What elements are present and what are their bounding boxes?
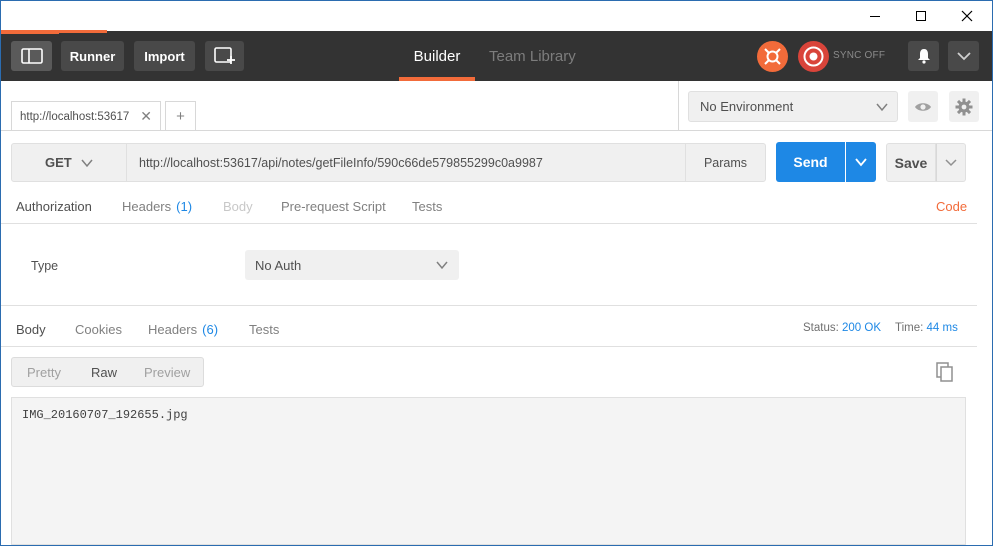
view-preview-button[interactable]: Preview xyxy=(144,358,190,386)
chevron-down-icon xyxy=(956,52,971,61)
request-tab-title: http://localhost:53617 xyxy=(20,110,130,123)
environment-select[interactable]: No Environment xyxy=(688,91,898,122)
chevron-down-icon xyxy=(876,103,888,112)
response-time: Time: 44 ms xyxy=(895,322,958,334)
auth-type-select[interactable]: No Auth xyxy=(245,250,459,280)
send-button[interactable]: Send xyxy=(776,142,845,182)
chevron-down-icon xyxy=(436,261,448,270)
copy-response-button[interactable] xyxy=(934,361,956,383)
sync-status: SYNC OFF xyxy=(833,50,886,61)
tab-team-library[interactable]: Team Library xyxy=(489,31,576,81)
notifications-button[interactable] xyxy=(908,41,939,71)
tab-headers[interactable]: Headers (1) xyxy=(122,190,192,223)
response-tab-headers[interactable]: Headers (6) xyxy=(148,312,218,346)
headers-count: (1) xyxy=(176,199,193,214)
request-tab[interactable]: http://localhost:53617 ✕ xyxy=(11,101,161,131)
sync-icon[interactable] xyxy=(798,41,829,72)
minimize-icon[interactable] xyxy=(852,1,898,31)
response-view-toggle: Pretty Raw Preview xyxy=(11,357,204,387)
tab-pre-request-script[interactable]: Pre-request Script xyxy=(281,190,386,223)
response-status: Status: 200 OK xyxy=(803,322,881,334)
runner-button[interactable]: Runner xyxy=(61,41,124,71)
send-options-button[interactable] xyxy=(846,142,876,182)
toggle-sidebar-button[interactable] xyxy=(11,41,52,71)
active-response-tab-indicator xyxy=(1,31,59,34)
params-button[interactable]: Params xyxy=(685,143,766,182)
response-body-text: IMG_20160707_192655.jpg xyxy=(22,408,188,422)
tab-body[interactable]: Body xyxy=(223,190,253,223)
time-label: Time: xyxy=(895,322,924,334)
tab-tests[interactable]: Tests xyxy=(412,190,442,223)
view-raw-button[interactable]: Raw xyxy=(91,358,117,386)
response-headers-count: (6) xyxy=(202,321,219,337)
authorization-panel: Type No Auth xyxy=(1,224,977,306)
response-tabs: Body Cookies Headers (6) Tests Status: 20… xyxy=(1,312,977,347)
app-header: Runner Import Builder Team Library SYNC … xyxy=(1,31,992,81)
chevron-down-icon xyxy=(855,158,867,167)
chevron-down-icon xyxy=(945,159,957,167)
tab-bar-divider xyxy=(1,130,678,131)
copy-icon xyxy=(936,362,953,382)
response-body[interactable]: IMG_20160707_192655.jpg xyxy=(11,397,966,545)
environment-panel: No Environment xyxy=(678,81,992,131)
generate-code-link[interactable]: Code xyxy=(936,190,967,223)
tab-builder[interactable]: Builder xyxy=(399,31,475,81)
title-bar xyxy=(1,1,992,31)
environment-value: No Environment xyxy=(700,99,794,114)
new-window-icon xyxy=(213,47,235,64)
header-menu-button[interactable] xyxy=(948,41,979,71)
tab-authorization[interactable]: Authorization xyxy=(16,190,92,223)
new-window-button[interactable] xyxy=(205,41,244,71)
url-input[interactable]: http://localhost:53617/api/notes/getFile… xyxy=(127,143,685,182)
sidebar-icon xyxy=(20,48,43,64)
tab-headers-label: Headers xyxy=(122,199,172,214)
manage-environments-button[interactable] xyxy=(949,91,979,122)
view-pretty-button[interactable]: Pretty xyxy=(27,358,61,386)
chevron-down-icon xyxy=(81,159,93,168)
save-options-button[interactable] xyxy=(936,143,966,182)
time-value: 44 ms xyxy=(926,322,958,334)
interceptor-icon[interactable] xyxy=(757,41,788,72)
close-icon[interactable] xyxy=(944,1,990,31)
method-value: GET xyxy=(45,155,72,170)
environment-quick-look-button[interactable] xyxy=(908,91,938,122)
new-tab-button[interactable]: + xyxy=(165,101,196,131)
response-tab-body[interactable]: Body xyxy=(16,312,46,346)
request-tabs: Authorization Headers (1) Body Pre-reques… xyxy=(1,190,977,224)
eye-icon xyxy=(915,102,931,111)
auth-type-label: Type xyxy=(31,259,59,273)
response-tab-tests[interactable]: Tests xyxy=(249,312,279,346)
response-tab-headers-label: Headers xyxy=(148,321,198,337)
response-tab-cookies[interactable]: Cookies xyxy=(75,312,122,346)
status-label: Status: xyxy=(803,322,839,334)
status-value: 200 OK xyxy=(842,322,882,334)
maximize-icon[interactable] xyxy=(898,1,944,31)
save-button[interactable]: Save xyxy=(886,143,936,182)
method-select[interactable]: GET xyxy=(11,143,127,182)
gear-icon xyxy=(955,98,973,115)
import-button[interactable]: Import xyxy=(134,41,195,71)
auth-type-value: No Auth xyxy=(255,257,302,273)
bell-icon xyxy=(917,49,930,64)
close-tab-icon[interactable]: ✕ xyxy=(140,108,152,125)
